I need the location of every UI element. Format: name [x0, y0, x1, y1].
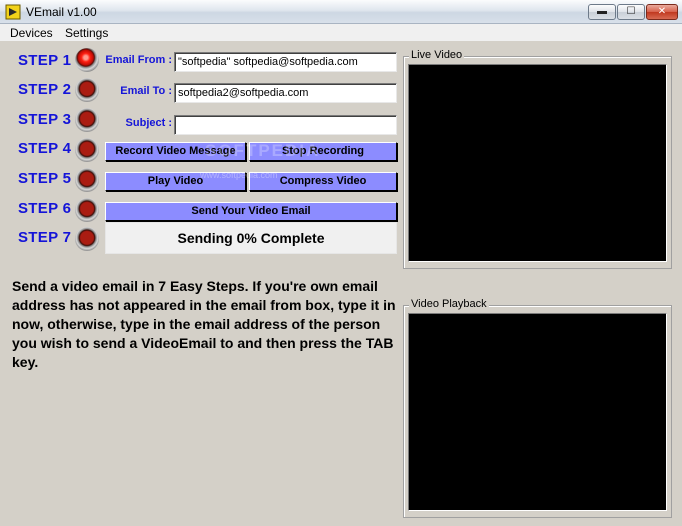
watermark-url: www.softpedia.com	[200, 170, 278, 180]
minimize-button[interactable]: ▬	[588, 4, 616, 20]
menu-devices[interactable]: Devices	[10, 26, 53, 40]
sending-status: Sending 0% Complete	[105, 222, 397, 254]
step-5-label: STEP 5	[18, 170, 72, 187]
step-7-led-icon	[75, 227, 99, 251]
step-3-label: STEP 3	[18, 111, 72, 128]
maximize-button[interactable]: ☐	[617, 4, 645, 20]
email-to-label: Email To :	[120, 85, 172, 97]
window-title: VEmail v1.00	[26, 5, 97, 19]
title-bar: VEmail v1.00 ▬ ☐ ✕	[0, 0, 682, 24]
send-video-email-button[interactable]: Send Your Video Email	[105, 202, 397, 221]
step-1-label: STEP 1	[18, 52, 72, 69]
email-from-label: Email From :	[105, 54, 172, 66]
live-video-group: Live Video	[403, 49, 672, 269]
step-6-label: STEP 6	[18, 200, 72, 217]
watermark-text: SOFTPEDIA	[205, 141, 321, 160]
email-from-field[interactable]	[174, 52, 397, 72]
video-playback-screen	[408, 313, 667, 511]
step-4-label: STEP 4	[18, 140, 72, 157]
live-video-screen	[408, 64, 667, 262]
step-5-led-icon	[75, 168, 99, 192]
menu-bar: Devices Settings	[0, 24, 682, 42]
step-6-led-icon	[75, 198, 99, 222]
video-playback-group: Video Playback	[403, 298, 672, 518]
menu-settings[interactable]: Settings	[65, 26, 108, 40]
subject-field[interactable]	[174, 115, 397, 135]
close-button[interactable]: ✕	[646, 4, 678, 20]
email-to-field[interactable]	[174, 83, 397, 103]
subject-label: Subject :	[125, 117, 172, 129]
step-4-led-icon	[75, 138, 99, 162]
step-7-label: STEP 7	[18, 229, 72, 246]
step-2-label: STEP 2	[18, 81, 72, 98]
instructions-text: Send a video email in 7 Easy Steps. If y…	[12, 278, 396, 370]
video-playback-title: Video Playback	[409, 298, 489, 310]
app-icon	[5, 4, 21, 20]
live-video-title: Live Video	[409, 49, 465, 61]
